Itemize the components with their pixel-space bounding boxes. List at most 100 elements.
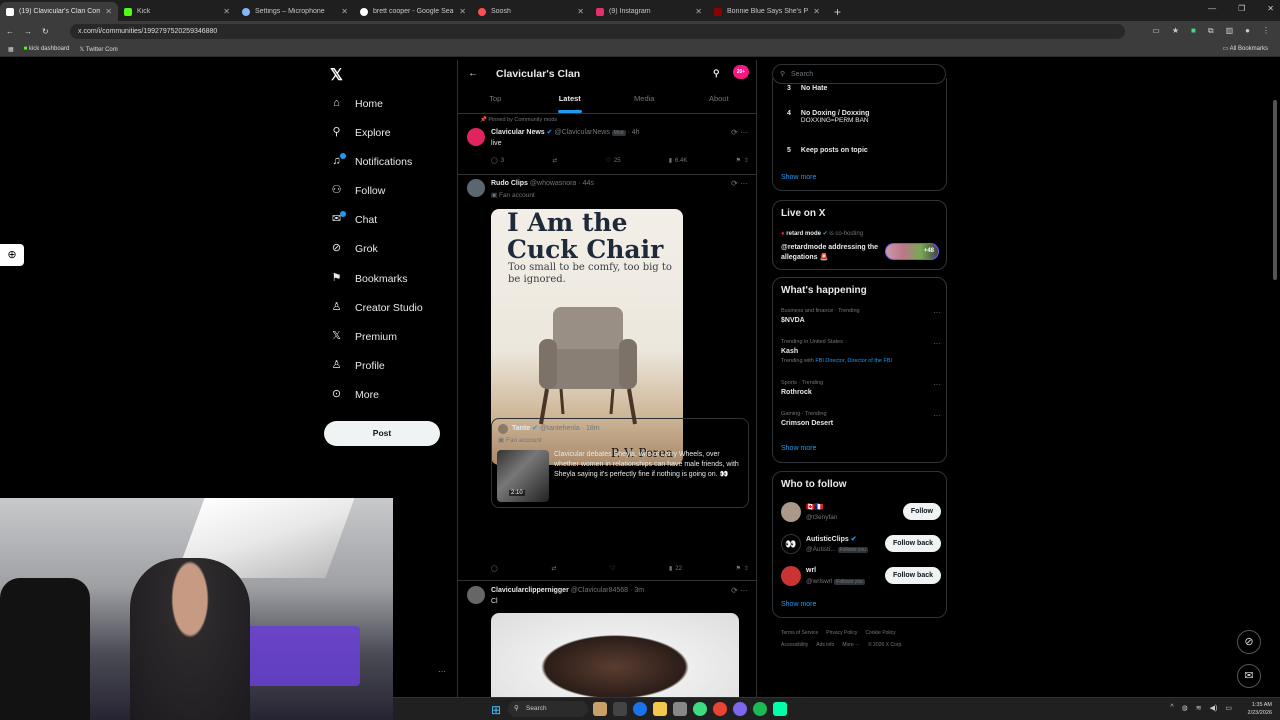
wifi-icon[interactable]: ≋ (1196, 704, 1202, 712)
tab-top[interactable]: Top (458, 87, 533, 113)
tab-about[interactable]: About (682, 87, 757, 113)
notification-badge[interactable]: 20+ (733, 65, 749, 79)
spotify-icon[interactable] (753, 702, 767, 716)
post-image[interactable] (491, 613, 739, 700)
close-tab-icon[interactable]: ✕ (577, 7, 584, 16)
grok-float-button[interactable]: ⊘ (1237, 630, 1261, 654)
trend-item[interactable]: Trending in United States Kash Trending wi… (781, 339, 941, 364)
footer-link[interactable]: Privacy Policy (826, 630, 857, 636)
nav-item-home[interactable]: ⌂ Home (330, 97, 383, 110)
post-button[interactable]: Post (324, 421, 440, 446)
zoom-magnifier-icon[interactable]: ⊕ (0, 244, 24, 266)
pinned-post[interactable]: 📌 Pinned by Community mods Clavicular Ne… (458, 115, 756, 175)
reload-icon[interactable]: ↻ (42, 27, 49, 36)
nav-item-creator-studio[interactable]: ♙ Creator Studio (330, 301, 423, 314)
reply-button[interactable]: ◯ (491, 565, 498, 572)
like-button[interactable]: ♡ 25 (605, 157, 620, 165)
x-logo-icon[interactable]: 𝕏 (330, 65, 343, 85)
repost-button[interactable]: ⇄ (551, 565, 556, 572)
close-tab-icon[interactable]: ✕ (459, 7, 466, 16)
follow-back-button[interactable]: Follow back (884, 567, 941, 584)
taskbar-clock[interactable]: 1:35 AM 2/23/2026 (1248, 701, 1272, 717)
battery-icon[interactable]: ▭ (1225, 704, 1232, 712)
new-tab-plus-icon[interactable]: + (826, 5, 849, 21)
close-tab-icon[interactable]: ✕ (223, 7, 230, 16)
close-tab-icon[interactable]: ✕ (813, 7, 820, 16)
quoted-post[interactable]: Tante ✔ @tantehenla · 18m ▣ Fan account … (491, 418, 749, 508)
search-icon[interactable]: ⚲ (713, 68, 720, 79)
footer-link[interactable]: Terms of Service (781, 630, 818, 636)
back-arrow-icon[interactable]: ← (6, 27, 14, 36)
trend-more-icon[interactable]: ··· (933, 411, 941, 420)
post-author[interactable]: Clavicularclippernigger @Clavicular84568… (491, 587, 644, 594)
bookmark-kick-dashboard[interactable]: ■ kick dashboard (24, 46, 70, 52)
trend-item[interactable]: Gaming · Trending Crimson Desert ··· (781, 411, 941, 427)
taskbar-app-icon[interactable] (593, 702, 607, 716)
footer-link[interactable]: Ads info (816, 642, 834, 648)
discord-icon[interactable] (733, 702, 747, 716)
views-button[interactable]: ▮ 22 (669, 565, 682, 573)
browser-tab-soosh[interactable]: Soosh ✕ (472, 2, 590, 21)
star-icon[interactable]: ★ (1172, 26, 1179, 36)
post-rudo-clips[interactable]: Rudo Clips @whowasnora · 44s ▣ Fan accou… (458, 175, 756, 581)
nav-item-profile[interactable]: ♙ Profile (330, 359, 385, 372)
post-clavicular-clipper[interactable]: Clavicularclippernigger @Clavicular84568… (458, 582, 756, 700)
nav-item-grok[interactable]: ⊘ Grok (330, 242, 378, 255)
footer-link[interactable]: More ··· (842, 642, 860, 648)
nav-item-more[interactable]: ⊙ More (330, 388, 379, 401)
trend-more-icon[interactable]: ··· (933, 339, 941, 348)
close-tab-icon[interactable]: ✕ (695, 7, 702, 16)
post-more-icon[interactable]: ⟳ ··· (731, 128, 748, 137)
post-more-icon[interactable]: ⟳ ··· (731, 179, 748, 188)
close-window-icon[interactable]: ✕ (1267, 4, 1274, 13)
taskbar-app-icon[interactable] (773, 702, 787, 716)
nav-item-explore[interactable]: ⚲ Explore (330, 126, 390, 139)
windows-start-icon[interactable]: ⊞ (491, 703, 501, 717)
trend-more-icon[interactable]: ··· (933, 380, 941, 389)
taskbar-app-icon[interactable] (673, 702, 687, 716)
tab-latest[interactable]: Latest (533, 87, 608, 113)
puzzle-icon[interactable]: ⧉ (1208, 26, 1214, 36)
browser-tab-news[interactable]: Bonnie Blue Says She's Pregnant✕ (708, 2, 826, 21)
follow-suggestion[interactable]: 🇨🇦🇫🇷 @t3enyfan Follow (781, 502, 941, 526)
show-more-link[interactable]: Show more (781, 445, 816, 452)
bookmark-share-buttons[interactable]: ⚑ ⇪ (736, 565, 749, 572)
scrollbar-thumb[interactable] (1273, 100, 1277, 280)
show-more-link[interactable]: Show more (781, 601, 816, 608)
all-bookmarks[interactable]: ▭ All Bookmarks (1223, 45, 1268, 52)
footer-link[interactable]: Accessibility (781, 642, 808, 648)
profile-avatar-icon[interactable]: ● (1245, 26, 1250, 36)
minimize-icon[interactable]: — (1208, 4, 1216, 13)
browser-tab-google[interactable]: brett cooper - Google Search ✕ (354, 2, 472, 21)
follow-suggestion[interactable]: 👀 AutisticClips ✔ @Autisti... Follows yo… (781, 534, 941, 558)
trend-item[interactable]: Sports · Trending Rothrock ··· (781, 380, 941, 396)
browser-tab-instagram[interactable]: (9) Instagram ✕ (590, 2, 708, 21)
nav-item-bookmarks[interactable]: ⚑ Bookmarks (330, 272, 408, 285)
post-author[interactable]: Rudo Clips @whowasnora · 44s (491, 180, 594, 187)
follow-back-button[interactable]: Follow back (884, 535, 941, 552)
cast-icon[interactable]: ▭ (1152, 26, 1160, 36)
close-tab-icon[interactable]: ✕ (105, 7, 112, 16)
edge-icon[interactable] (633, 702, 647, 716)
avatar[interactable] (467, 586, 485, 604)
nav-item-premium[interactable]: 𝕏 Premium (330, 330, 397, 343)
browser-tab-settings[interactable]: Settings – Microphone ✕ (236, 2, 354, 21)
taskbar-app-icon[interactable] (613, 702, 627, 716)
nav-item-follow[interactable]: ⚇ Follow (330, 184, 386, 197)
like-button[interactable]: ♡ (610, 565, 615, 572)
post-more-icon[interactable]: ⟳ ··· (731, 586, 748, 595)
browser-tab-kick[interactable]: Kick ✕ (118, 2, 236, 21)
nav-item-chat[interactable]: ✉ Chat (330, 211, 377, 226)
page-scrollbar[interactable] (1272, 60, 1278, 700)
folder-icon[interactable] (653, 702, 667, 716)
tab-media[interactable]: Media (607, 87, 682, 113)
post-author[interactable]: Clavicular News ✔ @ClavicularNews Mod · … (491, 128, 640, 136)
live-listeners[interactable]: +48 (885, 243, 939, 260)
views-button[interactable]: ▮ 6.4K (669, 157, 688, 165)
taskbar-search[interactable]: ⚲ Search (508, 701, 588, 717)
forward-arrow-icon[interactable]: → (24, 27, 32, 36)
avatar[interactable] (467, 179, 485, 197)
trend-more-icon[interactable]: ··· (933, 308, 941, 317)
bookmark-twitter[interactable]: 𝕏 Twitter Com (79, 46, 117, 53)
extension-icon[interactable]: ■ (1191, 26, 1196, 36)
